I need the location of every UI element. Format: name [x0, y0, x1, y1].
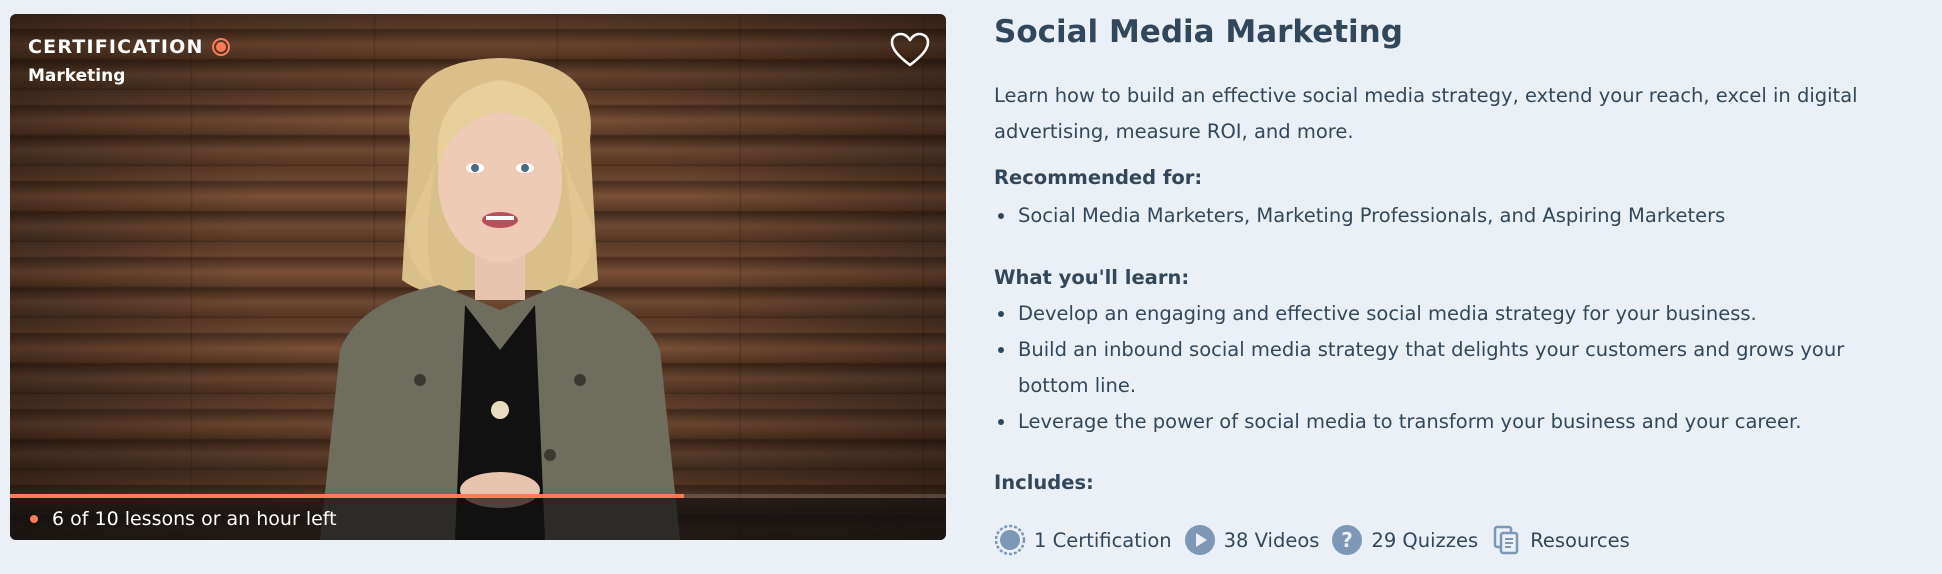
- learn-list: Develop an engaging and effective social…: [994, 296, 1894, 440]
- include-certification-label: 1 Certification: [1034, 528, 1172, 552]
- course-card: CERTIFICATION Marketing 6 of 10 lessons …: [0, 0, 1942, 574]
- certification-badge-text: CERTIFICATION: [28, 36, 204, 58]
- learn-heading: What you'll learn:: [994, 266, 1190, 289]
- question-icon: ?: [1332, 525, 1363, 555]
- certification-badge: CERTIFICATION: [28, 36, 230, 58]
- include-resources[interactable]: Resources: [1490, 524, 1630, 556]
- certification-dot-icon: [211, 38, 230, 56]
- include-videos-label: 38 Videos: [1223, 528, 1320, 552]
- course-video-thumbnail[interactable]: CERTIFICATION Marketing 6 of 10 lessons …: [10, 14, 946, 540]
- document-icon: [1493, 525, 1519, 555]
- list-item: Leverage the power of social media to tr…: [994, 404, 1894, 440]
- instructor-image: [320, 58, 680, 540]
- include-videos[interactable]: 38 Videos: [1184, 524, 1320, 556]
- list-item: Social Media Marketers, Marketing Profes…: [994, 198, 1894, 234]
- include-certification[interactable]: 1 Certification: [994, 524, 1172, 556]
- progress-text: 6 of 10 lessons or an hour left: [52, 508, 337, 530]
- course-description: Learn how to build an effective social m…: [994, 84, 1858, 143]
- play-icon: [1184, 525, 1215, 555]
- progress-dot-icon: [30, 515, 38, 523]
- list-item: Build an inbound social media strategy t…: [994, 332, 1894, 404]
- course-category: Marketing: [28, 66, 126, 86]
- include-quizzes-label: 29 Quizzes: [1371, 528, 1479, 552]
- recommended-list: Social Media Marketers, Marketing Profes…: [994, 198, 1894, 234]
- course-title: Social Media Marketing: [994, 14, 1403, 50]
- recommended-heading: Recommended for:: [994, 166, 1203, 189]
- certification-icon: [994, 524, 1026, 556]
- list-item: Develop an engaging and effective social…: [994, 296, 1894, 332]
- includes-heading: Includes:: [994, 471, 1094, 494]
- include-resources-label: Resources: [1530, 528, 1630, 552]
- svg-text:?: ?: [1342, 528, 1354, 552]
- progress-footer: 6 of 10 lessons or an hour left: [10, 498, 946, 540]
- include-quizzes[interactable]: ? 29 Quizzes: [1331, 524, 1478, 556]
- includes-list: 1 Certification 38 Videos ? 29 Quizzes R…: [994, 524, 1630, 556]
- favorite-heart-icon[interactable]: [890, 32, 930, 68]
